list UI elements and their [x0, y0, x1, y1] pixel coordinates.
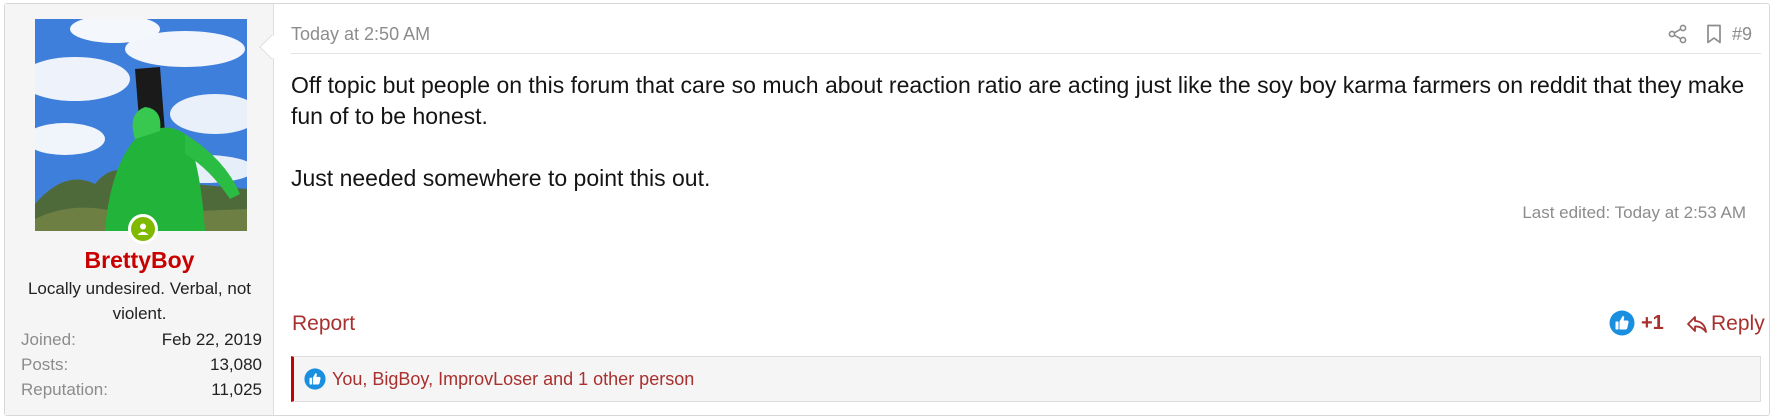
post-timestamp[interactable]: Today at 2:50 AM [291, 24, 430, 45]
reply-button[interactable]: Reply [1686, 312, 1765, 336]
thumbs-up-icon [1609, 310, 1635, 336]
avatar[interactable] [35, 19, 247, 231]
reply-icon [1687, 316, 1707, 333]
stat-label: Reputation: [21, 380, 108, 399]
stat-value: 11,025 [211, 380, 262, 399]
stat-value[interactable]: 13,080 [210, 355, 262, 379]
header-divider [291, 53, 1761, 54]
post-paragraph: Just needed somewhere to point this out. [291, 165, 711, 191]
avatar-image [35, 19, 247, 231]
like-button[interactable]: +1 [1609, 310, 1664, 336]
reactions-text[interactable]: You, BigBoy, ImprovLoser and 1 other per… [332, 369, 694, 390]
share-icon[interactable] [1667, 23, 1689, 45]
user-info-panel: BrettyBoy Locally undesired. Verbal, not… [5, 4, 274, 415]
reply-label: Reply [1711, 312, 1765, 335]
post-body: Off topic but people on this forum that … [291, 70, 1761, 194]
user-title: Locally undesired. Verbal, not violent. [27, 279, 252, 323]
reactions-summary[interactable]: You, BigBoy, ImprovLoser and 1 other per… [291, 356, 1761, 402]
like-score: +1 [1641, 311, 1664, 334]
post-container: BrettyBoy Locally undesired. Verbal, not… [4, 3, 1770, 416]
bookmark-icon[interactable] [1703, 23, 1725, 45]
post-paragraph: Off topic but people on this forum that … [291, 72, 1745, 129]
online-status-badge [128, 214, 158, 244]
thumbs-up-icon [304, 368, 326, 390]
stat-joined: Joined: Feb 22, 2019 [21, 330, 262, 354]
stat-posts: Posts: 13,080 [21, 355, 262, 379]
post-number-link[interactable]: #9 [1732, 24, 1752, 45]
stat-value: Feb 22, 2019 [161, 330, 262, 349]
last-edited-note: Last edited: Today at 2:53 AM [1522, 203, 1746, 222]
stat-label: Posts: [21, 355, 69, 374]
username[interactable]: BrettyBoy [5, 247, 274, 274]
stat-reputation: Reputation: 11,025 [21, 380, 262, 404]
stat-label: Joined: [21, 330, 76, 349]
report-link[interactable]: Report [292, 312, 355, 336]
user-online-icon [131, 217, 155, 241]
